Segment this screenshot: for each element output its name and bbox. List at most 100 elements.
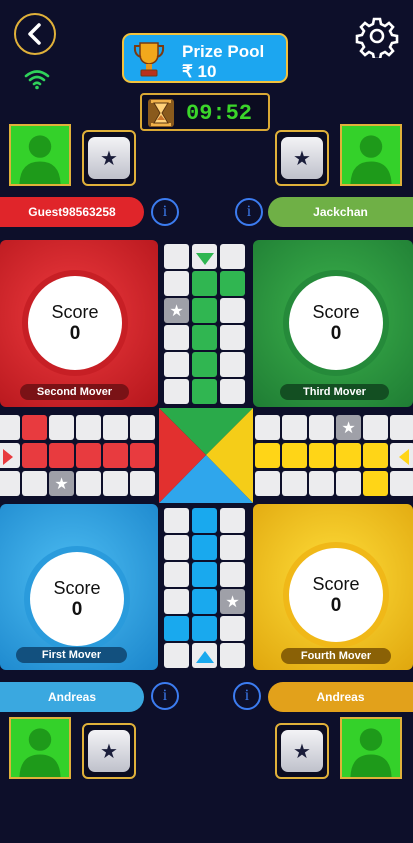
board-cell [336, 471, 361, 496]
player-name-top-right: Jackchan [268, 197, 413, 227]
board-cell [282, 415, 307, 440]
board-cell [22, 471, 47, 496]
player-avatar-bottom-left [9, 717, 71, 779]
dice-button-bottom-right[interactable]: ★ [275, 723, 329, 779]
board-cell [164, 535, 189, 560]
board-cell [220, 298, 245, 323]
board-cell [0, 415, 20, 440]
board-cell [49, 415, 74, 440]
board-cell [192, 562, 217, 587]
info-button-bottom-left[interactable]: i [151, 682, 179, 710]
dice-button-bottom-left[interactable]: ★ [82, 723, 136, 779]
safe-star-cell: ★ [49, 471, 74, 496]
board-cell [220, 535, 245, 560]
board-cell [220, 616, 245, 641]
score-label: Score [51, 301, 99, 322]
info-button-top-left[interactable]: i [151, 198, 179, 226]
board-cell [255, 415, 280, 440]
home-blue: Score 0 First Mover [0, 504, 158, 670]
info-icon: i [246, 203, 252, 220]
board-cell [49, 443, 74, 468]
info-button-top-right[interactable]: i [235, 198, 263, 226]
board-cell [164, 589, 189, 614]
score-value: 0 [330, 594, 342, 616]
mover-label-blue: First Mover [16, 647, 127, 663]
dice-button-top-right[interactable]: ★ [275, 130, 329, 186]
home-red: Score 0 Second Mover [0, 240, 158, 407]
safe-star-cell: ★ [164, 298, 189, 323]
board-cell [220, 508, 245, 533]
board-cell [220, 244, 245, 269]
board-cell [103, 471, 128, 496]
board-cell [220, 271, 245, 296]
player-avatar-top-left [9, 124, 71, 186]
info-icon: i [162, 203, 168, 220]
board-cell [220, 325, 245, 350]
score-badge-blue: Score 0 [30, 552, 124, 646]
board-cell [164, 616, 189, 641]
board-cell [336, 443, 361, 468]
board-cell [390, 471, 413, 496]
board-cell [309, 415, 334, 440]
board-cell [103, 415, 128, 440]
board-cell [0, 471, 20, 496]
board-cell [164, 379, 189, 404]
star-icon: ★ [100, 740, 118, 763]
board-cell [192, 271, 217, 296]
board-cell [255, 443, 280, 468]
board-cell [309, 443, 334, 468]
gear-icon[interactable] [355, 14, 399, 58]
board-cell [309, 471, 334, 496]
board-cell [192, 379, 217, 404]
score-value: 0 [69, 322, 81, 344]
mover-label-yellow: Fourth Mover [281, 648, 391, 664]
avatar-icon [350, 135, 392, 184]
board-cell [363, 443, 388, 468]
board-cell [164, 562, 189, 587]
board-cell [103, 443, 128, 468]
board-cell [192, 589, 217, 614]
info-icon: i [162, 687, 168, 704]
star-icon: ★ [293, 740, 311, 763]
board-cell [164, 244, 189, 269]
score-badge-red: Score 0 [28, 276, 122, 370]
wifi-icon [24, 70, 50, 90]
hourglass-icon [148, 99, 174, 127]
board-cell [390, 415, 413, 440]
trophy-icon [133, 42, 165, 77]
board-cell [130, 415, 155, 440]
home-yellow: Score 0 Fourth Mover [253, 504, 413, 670]
board-cell [220, 352, 245, 377]
player-name-top-left: Guest98563258 [0, 197, 144, 227]
arrow-left-icon [399, 449, 409, 465]
player-name-bottom-left: Andreas [0, 682, 144, 712]
safe-star-cell: ★ [336, 415, 361, 440]
player-avatar-bottom-right [340, 717, 402, 779]
board-cell [282, 443, 307, 468]
star-icon: ★ [100, 147, 118, 170]
player-avatar-top-right [340, 124, 402, 186]
score-label: Score [53, 577, 101, 598]
back-button[interactable] [14, 13, 56, 55]
board-cell [255, 471, 280, 496]
board-cell [164, 271, 189, 296]
board-cell [164, 325, 189, 350]
board-cell [76, 443, 101, 468]
avatar-icon [350, 728, 392, 777]
board-cell [164, 508, 189, 533]
dice-button-top-left[interactable]: ★ [82, 130, 136, 186]
arrow-down-icon [196, 253, 214, 265]
score-badge-green: Score 0 [289, 276, 383, 370]
arrow-right-icon [3, 449, 13, 465]
board-cell [164, 352, 189, 377]
board-cell [192, 616, 217, 641]
avatar-icon [19, 728, 61, 777]
game-timer: 09:52 [140, 93, 270, 131]
home-green: Score 0 Third Mover [253, 240, 413, 407]
board-cell [192, 325, 217, 350]
board-cell [220, 379, 245, 404]
score-label: Score [312, 573, 360, 594]
info-button-bottom-right[interactable]: i [233, 682, 261, 710]
timer-text: 09:52 [186, 101, 253, 126]
board-cell [220, 562, 245, 587]
